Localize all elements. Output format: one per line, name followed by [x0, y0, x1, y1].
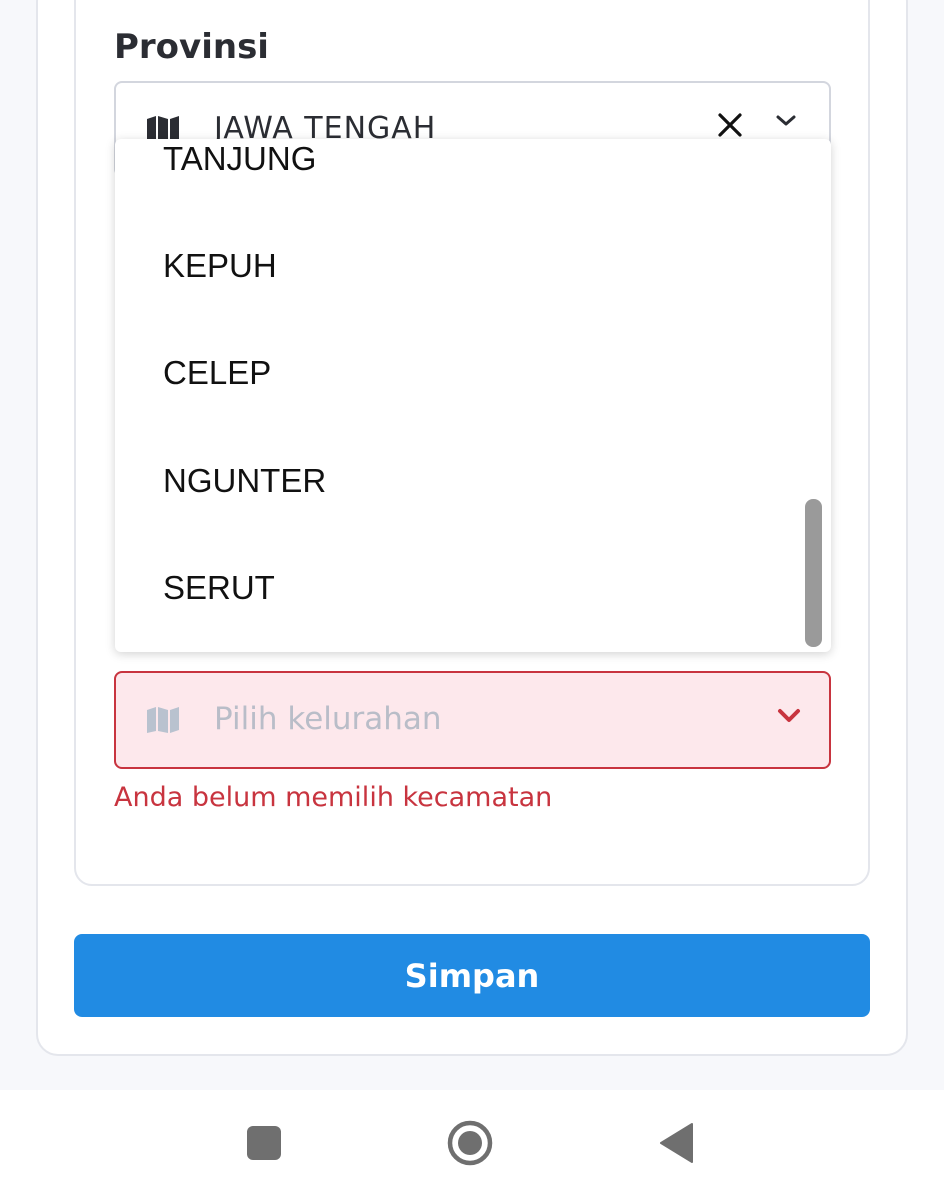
dropdown-option[interactable]: SERUT	[163, 568, 275, 628]
dropdown-list[interactable]: TANJUNG KEPUH CELEP NGUNTER SERUT	[115, 139, 831, 652]
error-message: Anda belum memilih kecamatan	[114, 782, 553, 813]
dropdown-option[interactable]: TANJUNG	[163, 139, 316, 199]
screen: Provinsi JAWA TENGAH TANJUNG KEPUH CELEP…	[0, 0, 944, 1200]
chevron-down-icon[interactable]	[776, 705, 802, 731]
kelurahan-select[interactable]: Pilih kelurahan	[114, 671, 831, 769]
chevron-down-icon[interactable]	[774, 111, 798, 135]
kelurahan-placeholder: Pilih kelurahan	[214, 701, 442, 737]
square-icon[interactable]	[246, 1125, 282, 1165]
save-button[interactable]: Simpan	[74, 934, 870, 1017]
dropdown-scrollbar[interactable]	[805, 499, 822, 647]
android-nav-bar	[0, 1090, 944, 1200]
map-icon	[146, 706, 180, 738]
provinsi-label: Provinsi	[114, 27, 269, 67]
dropdown-option[interactable]: NGUNTER	[163, 461, 326, 521]
dropdown-option[interactable]: CELEP	[163, 353, 271, 413]
triangle-back-icon[interactable]	[658, 1122, 694, 1168]
dropdown-option[interactable]: KEPUH	[163, 246, 277, 306]
circle-icon[interactable]	[446, 1119, 494, 1171]
